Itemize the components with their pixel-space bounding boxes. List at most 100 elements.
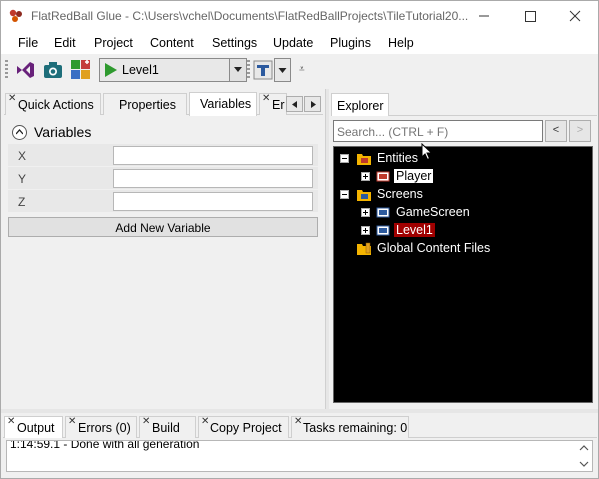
variables-title: Variables: [34, 124, 92, 140]
tab-label: Tasks remaining: 0: [303, 421, 408, 435]
tree-node-level1[interactable]: Level1: [334, 222, 592, 239]
menu-plugins[interactable]: Plugins: [330, 36, 371, 50]
tree-node-player[interactable]: Player: [334, 168, 592, 185]
add-content-icon[interactable]: [69, 58, 93, 82]
forward-button[interactable]: >: [569, 120, 591, 142]
tab-tasks[interactable]: ✕ Tasks remaining: 0: [291, 416, 409, 438]
tree-node-screens[interactable]: Screens: [334, 186, 592, 203]
tab-copy-project[interactable]: ✕ Copy Project: [198, 416, 289, 438]
menu-content[interactable]: Content: [150, 36, 194, 50]
chevron-left-icon: [292, 101, 297, 108]
close-tab-icon[interactable]: ✕: [294, 416, 302, 427]
app-window: FlatRedBall Glue - C:\Users\vchel\Docume…: [0, 0, 599, 479]
vertical-splitter[interactable]: [325, 89, 329, 411]
explorer-panel: Explorer < > Entities: [331, 91, 597, 407]
collapse-toggle[interactable]: [340, 190, 349, 199]
close-tab-icon[interactable]: ✕: [142, 416, 150, 427]
close-tab-icon[interactable]: ✕: [7, 416, 15, 427]
play-icon[interactable]: [104, 62, 118, 78]
tab-label: Explorer: [337, 99, 384, 113]
camera-icon[interactable]: [41, 58, 65, 82]
collapse-icon[interactable]: [12, 125, 27, 140]
mouse-cursor-icon: [421, 143, 433, 161]
tab-label: Quick Actions: [18, 98, 94, 112]
expand-toggle[interactable]: [361, 172, 370, 181]
menu-help[interactable]: Help: [388, 36, 414, 50]
tab-label: Build: [152, 421, 180, 435]
tab-build[interactable]: ✕ Build: [139, 416, 196, 438]
screen-select-value: Level1: [122, 63, 159, 77]
close-tab-icon[interactable]: ✕: [68, 416, 76, 427]
close-button[interactable]: [552, 1, 598, 31]
tab-scroll-right-button[interactable]: [304, 96, 321, 112]
menu-update[interactable]: Update: [273, 36, 313, 50]
tree-node-gamescreen[interactable]: GameScreen: [334, 204, 592, 221]
tab-variables[interactable]: Variables: [189, 92, 257, 116]
tab-label: Variables: [200, 97, 252, 111]
menu-file[interactable]: File: [18, 36, 38, 50]
menu-edit[interactable]: Edit: [54, 36, 76, 50]
toolbar-overflow-icon[interactable]: ⩡: [299, 64, 305, 75]
tab-quick-actions[interactable]: ✕ Quick Actions: [5, 93, 101, 115]
horizontal-splitter[interactable]: [1, 409, 598, 413]
variable-row-x: X: [8, 144, 318, 166]
tab-divider: [389, 115, 597, 116]
flatredball-logo-icon: [9, 9, 22, 22]
close-tab-icon[interactable]: ✕: [201, 416, 209, 427]
global-content-folder-icon: [357, 242, 371, 255]
toolbar-grip[interactable]: [5, 60, 8, 80]
tab-scroll-buttons: [286, 96, 322, 112]
tab-errors[interactable]: ✕ Errors (0): [65, 416, 137, 438]
close-tab-icon[interactable]: ✕: [8, 93, 16, 104]
menu-settings[interactable]: Settings: [212, 36, 257, 50]
screen-select[interactable]: Level1: [99, 58, 247, 82]
add-new-variable-button[interactable]: Add New Variable: [8, 217, 318, 237]
add-new-variable-label: Add New Variable: [115, 221, 211, 235]
visual-studio-icon[interactable]: [13, 58, 37, 82]
tree-label: Level1: [394, 223, 435, 237]
menu-project[interactable]: Project: [94, 36, 133, 50]
tab-properties[interactable]: Properties: [103, 93, 187, 115]
tree-label: Screens: [377, 187, 423, 201]
tree-label: Player: [394, 169, 434, 183]
output-scrollbar[interactable]: [576, 441, 592, 471]
tab-scroll-left-button[interactable]: [286, 96, 303, 112]
chevron-up-icon[interactable]: [579, 444, 589, 451]
expand-toggle[interactable]: [361, 226, 370, 235]
tab-explorer[interactable]: Explorer: [331, 93, 389, 116]
collapse-toggle[interactable]: [340, 154, 349, 163]
tree-label: Global Content Files: [377, 241, 491, 255]
variables-header[interactable]: Variables: [8, 121, 318, 143]
window-title: FlatRedBall Glue - C:\Users\vchel\Docume…: [31, 9, 469, 23]
tab-output[interactable]: ✕ Output: [4, 416, 63, 438]
screen-icon: [376, 207, 390, 218]
tree-node-entities[interactable]: Entities: [334, 150, 592, 167]
chevron-down-icon[interactable]: [579, 461, 589, 468]
variable-z-input[interactable]: [113, 192, 313, 211]
search-input[interactable]: [337, 124, 537, 139]
toolbar-grip-2[interactable]: [247, 60, 250, 80]
chevron-down-icon[interactable]: [229, 59, 246, 81]
tab-label: Errors (0): [78, 421, 131, 435]
left-tab-strip: ✕ Quick Actions Properties Variables ✕ E…: [4, 91, 323, 116]
variable-row-y: Y: [8, 167, 318, 189]
maximize-button[interactable]: [507, 1, 553, 31]
text-tool-icon[interactable]: [253, 58, 273, 82]
close-tab-icon[interactable]: ✕: [262, 93, 270, 104]
entities-folder-icon: [357, 154, 371, 165]
variable-y-input[interactable]: [113, 169, 313, 188]
glue-explorer-tree[interactable]: Entities Player Screens GameScreen Level…: [333, 146, 593, 403]
minimize-button[interactable]: [461, 1, 507, 31]
back-button[interactable]: <: [545, 120, 567, 142]
variable-x-input[interactable]: [113, 146, 313, 165]
tree-label: GameScreen: [396, 205, 470, 219]
variable-name: Y: [18, 172, 27, 186]
output-log[interactable]: 1:14:59.1 - Done with all generation: [6, 440, 593, 472]
tree-label: Entities: [377, 151, 418, 165]
text-tool-dropdown[interactable]: [274, 58, 291, 82]
search-box[interactable]: [333, 120, 543, 142]
tree-node-global-content[interactable]: Global Content Files: [334, 240, 592, 257]
entity-icon: [376, 171, 390, 182]
expand-toggle[interactable]: [361, 208, 370, 217]
tab-errors-truncated[interactable]: ✕ Er: [259, 93, 287, 115]
